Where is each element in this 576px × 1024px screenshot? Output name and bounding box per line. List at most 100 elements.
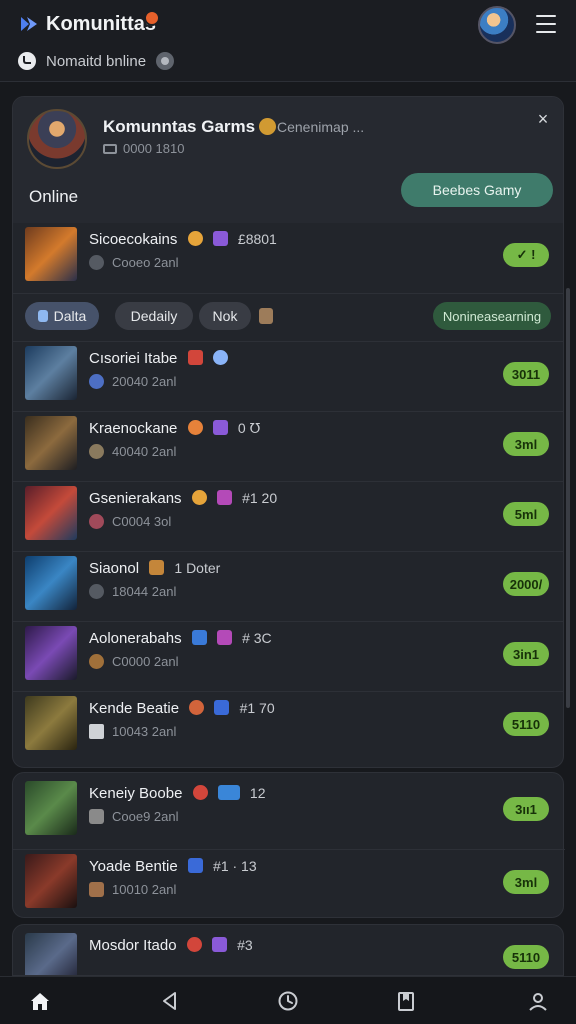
coin-icon — [187, 420, 203, 435]
list-item-title: Cısoriei Itabe — [89, 350, 228, 367]
list-item-title: Kraenockane 0 ℧ — [89, 420, 260, 437]
back-icon — [163, 992, 176, 1010]
list-item[interactable]: Cısoriei Itabe 20040 2anl 3011 — [13, 341, 563, 403]
star-icon — [212, 350, 228, 365]
status-pill[interactable]: 3011 — [503, 362, 549, 386]
list-item-extra: #1 70 — [239, 700, 275, 716]
featured-status-pill[interactable]: ✓ ! — [503, 243, 549, 267]
list-item-extra: #1 · 13 — [213, 858, 257, 874]
scrollbar[interactable] — [566, 288, 570, 708]
menu-line-icon — [536, 23, 556, 25]
gem-icon — [216, 490, 232, 505]
shield-icon — [214, 700, 230, 715]
group-title: Komunntas Garms — [103, 117, 280, 137]
player-icon — [89, 514, 104, 529]
list-item-title-text: Gsenierakans — [89, 490, 182, 507]
games-list-3: Mosdor Itado #3 5110 — [12, 924, 564, 976]
filter-icon — [37, 310, 48, 322]
featured-meta-text: Cooeo 2anl — [112, 255, 179, 270]
player-icon — [89, 444, 104, 459]
close-button[interactable]: × — [535, 110, 551, 128]
nav-activity[interactable] — [276, 989, 300, 1013]
list-item-title: Keneiy Boobe 12 — [89, 785, 266, 802]
filter-extra-icon[interactable] — [259, 308, 273, 324]
featured-title: Sicoecokains £8801 — [89, 231, 277, 248]
list-item-extra: #3 — [237, 937, 253, 953]
list-item-extra: 0 ℧ — [237, 420, 261, 436]
list-item-title: Kende Beatie #1 70 — [89, 700, 275, 717]
filter-chip-dalta[interactable]: Dalta — [25, 302, 99, 330]
list-item-meta-text: 40040 2anl — [112, 444, 177, 459]
list-item-meta-text: 20040 2anl — [112, 374, 177, 389]
nav-library[interactable] — [394, 989, 418, 1013]
list-item-extra: 1 Doter — [174, 560, 221, 576]
menu-button[interactable] — [536, 15, 556, 33]
status-pill[interactable]: 3ml — [503, 870, 549, 894]
list-item[interactable]: Aolonerabahs # 3C C0000 2anl 3in1 — [13, 621, 563, 683]
status-pill[interactable]: 3ıı1 — [503, 797, 549, 821]
game-thumbnail — [25, 416, 77, 470]
list-item-extra: 12 — [249, 785, 266, 801]
status-row: Nomaitd bnline — [18, 52, 175, 70]
status-pill[interactable]: 5110 — [503, 945, 549, 969]
filter-chip-nok[interactable]: Nok — [199, 302, 251, 330]
game-thumbnail — [25, 227, 77, 281]
app-title: Komunittas — [46, 13, 156, 35]
nav-profile[interactable] — [526, 989, 550, 1013]
nav-back[interactable] — [158, 989, 182, 1013]
status-pill[interactable]: 2000/ — [503, 572, 549, 596]
list-item-meta: 10010 2anl — [89, 882, 176, 897]
level-badge-icon — [217, 785, 240, 800]
list-item[interactable]: Kende Beatie #1 70 10043 2anl 5110 — [13, 691, 563, 753]
status-pill[interactable]: 5110 — [503, 712, 549, 736]
logo-icon — [21, 17, 37, 31]
verified-badge-icon — [259, 118, 277, 135]
status-pill[interactable]: 3ml — [503, 432, 549, 456]
group-avatar[interactable] — [27, 109, 87, 169]
games-list: Sicoecokains £8801 Cooeo 2anl ✓ ! Dalta … — [13, 223, 563, 767]
status-pill[interactable]: 5ml — [503, 502, 549, 526]
list-item[interactable]: Siaonol 1 Doter 18044 2anl 2000/ — [13, 551, 563, 613]
fire-icon — [189, 700, 205, 715]
user-avatar[interactable] — [478, 6, 516, 44]
status-toggle-icon[interactable] — [156, 52, 175, 70]
list-item-meta: C0004 3ol — [89, 514, 171, 529]
list-item[interactable]: Gsenierakans #1 20 C0004 3ol 5ml — [13, 481, 563, 543]
list-item-title-text: Kende Beatie — [89, 700, 180, 717]
game-thumbnail — [25, 626, 77, 680]
nav-home[interactable] — [28, 989, 52, 1013]
list-item-meta: Cooe9 2anl — [89, 809, 179, 824]
player-icon — [89, 654, 104, 669]
group-subtitle: Cenenimap ... — [277, 119, 365, 135]
list-item-title: Siaonol 1 Doter — [89, 560, 220, 577]
list-item[interactable]: Mosdor Itado #3 5110 — [13, 929, 563, 975]
list-item-meta-text: 10010 2anl — [112, 882, 177, 897]
group-title-text: Komunntas Garms — [103, 117, 256, 136]
online-label: Online — [29, 187, 79, 206]
notification-badge[interactable] — [144, 10, 160, 26]
game-thumbnail — [25, 781, 77, 835]
list-item-title-text: Mosdor Itado — [89, 937, 177, 954]
sort-chip[interactable]: Nonineasearning — [433, 302, 551, 330]
list-item-meta-text: 18044 2anl — [112, 584, 177, 599]
filter-chip-dedaily[interactable]: Dedaily — [115, 302, 193, 330]
list-item-meta: 40040 2anl — [89, 444, 176, 459]
list-item[interactable]: Keneiy Boobe 12 Cooe9 2anl 3ıı1 — [13, 777, 565, 839]
shield-icon — [187, 858, 203, 873]
list-item-title-text: Kraenockane — [89, 420, 178, 437]
list-item[interactable]: Yoade Bentie #1 · 13 10010 2anl 3ml — [13, 849, 565, 911]
status-pill[interactable]: 3in1 — [503, 642, 549, 666]
badge-icon — [149, 560, 165, 575]
games-list-2: Keneiy Boobe 12 Cooe9 2anl 3ıı1 Yoade Be… — [12, 772, 565, 918]
gem-icon — [212, 420, 228, 435]
clock-icon — [278, 991, 298, 1011]
bookmark-icon — [398, 992, 414, 1011]
featured-row[interactable]: Sicoecokains £8801 Cooeo 2anl ✓ ! — [13, 223, 563, 285]
fire-icon — [186, 937, 202, 952]
list-item-meta: 20040 2anl — [89, 374, 176, 389]
list-item-meta: 10043 2anl — [89, 724, 176, 739]
list-item-title: Aolonerabahs # 3C — [89, 630, 272, 647]
join-button[interactable]: Beebes Gamy — [401, 173, 553, 207]
list-item[interactable]: Kraenockane 0 ℧ 40040 2anl 3ml — [13, 411, 563, 473]
status-icon — [18, 52, 36, 70]
